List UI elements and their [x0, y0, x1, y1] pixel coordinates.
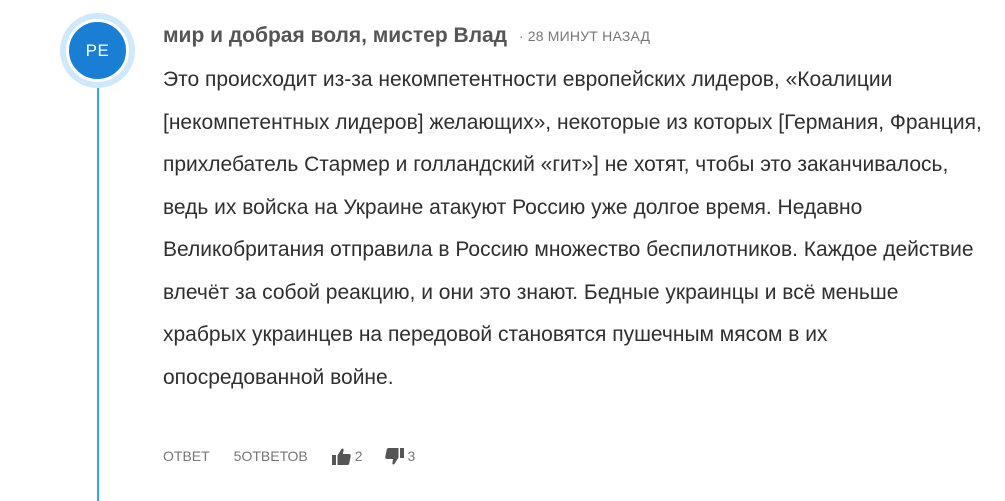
upvote-button[interactable]: 2 — [331, 448, 363, 465]
reply-button[interactable]: ОТВЕТ — [163, 448, 210, 464]
comment-header: мир и добрая воля, мистер Влад · 28 МИНУ… — [163, 22, 650, 50]
thread-line — [97, 80, 99, 501]
avatar[interactable]: PE — [60, 13, 135, 88]
avatar-initials: PE — [66, 19, 129, 82]
downvote-button[interactable]: 3 — [384, 447, 416, 465]
view-replies-button[interactable]: 5ОТВЕТОВ — [234, 448, 308, 464]
downvote-count: 3 — [407, 448, 416, 464]
thumbs-down-icon — [384, 447, 404, 464]
thumbs-up-icon — [331, 448, 351, 465]
upvote-count: 2 — [354, 448, 363, 464]
separator-dot: · — [519, 28, 524, 44]
comment-actions: ОТВЕТ 5ОТВЕТОВ 2 3 — [163, 444, 437, 468]
author-name[interactable]: мир и добрая воля, мистер Влад — [163, 24, 507, 48]
comment-timestamp: 28 МИНУТ НАЗАД — [527, 28, 651, 44]
comment-body: Это происходит из-за некомпетентности ев… — [163, 68, 982, 389]
